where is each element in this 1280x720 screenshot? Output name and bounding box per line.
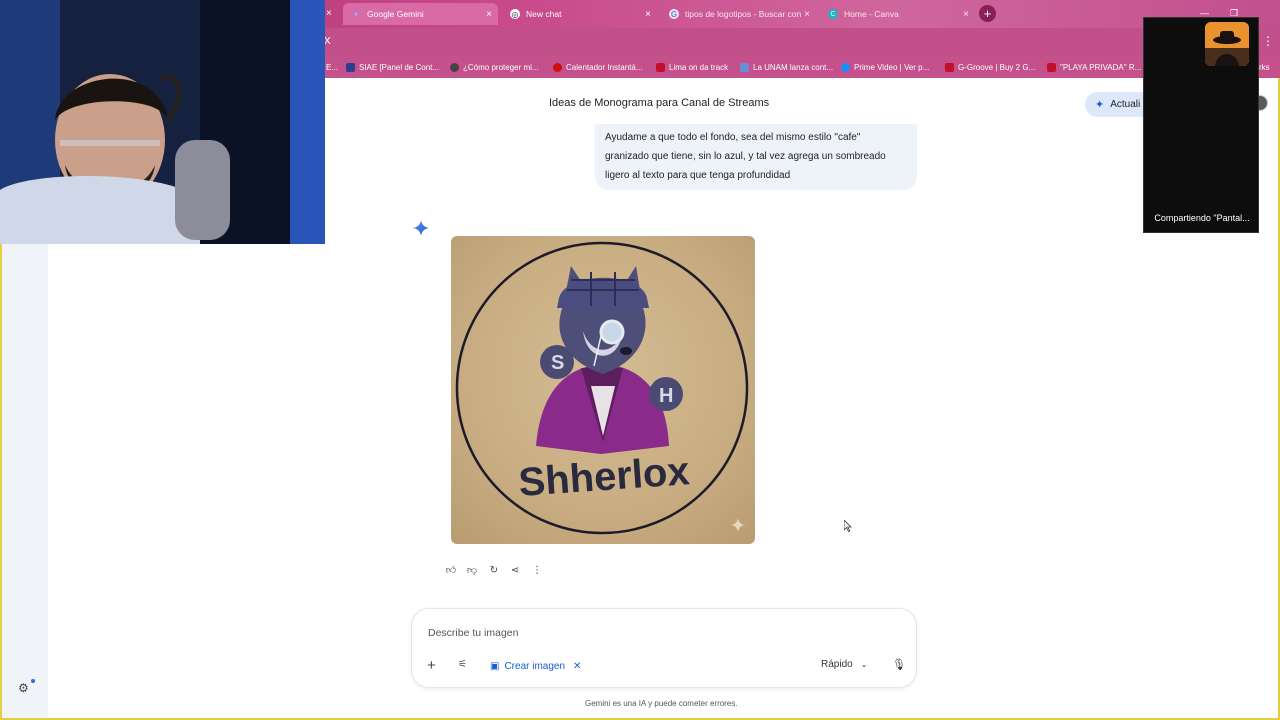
upgrade-label: Actuali bbox=[1110, 99, 1141, 110]
close-icon[interactable]: × bbox=[804, 9, 810, 20]
screen-share-panel: Compartiendo "Pantal... bbox=[1143, 17, 1259, 233]
bookmark-label: Calentador Instantá... bbox=[566, 62, 643, 72]
tab-label: Google Gemini bbox=[367, 9, 424, 19]
store-icon bbox=[1047, 62, 1056, 72]
store-icon bbox=[945, 62, 954, 72]
letter-h: H bbox=[659, 385, 673, 407]
chevron-down-icon: ⌄ bbox=[860, 660, 868, 669]
tab-label: Home - Canva bbox=[844, 9, 899, 19]
news-icon bbox=[740, 62, 749, 72]
letter-s: S bbox=[551, 352, 564, 374]
image-icon: ▣ bbox=[490, 660, 500, 672]
siae-icon bbox=[346, 62, 355, 72]
more-icon[interactable]: ⋮ bbox=[530, 564, 544, 578]
stop-loading-icon[interactable]: X bbox=[324, 36, 331, 47]
new-tab-button[interactable]: + bbox=[979, 5, 996, 22]
generated-image[interactable]: S H Shherlox bbox=[451, 236, 755, 544]
bookmark-item[interactable]: rks bbox=[1259, 60, 1270, 74]
google-tab-icon: G bbox=[669, 9, 679, 19]
bookmark-item[interactable]: ¿Cómo proteger mi... bbox=[450, 60, 539, 74]
conversation-title[interactable]: Ideas de Monograma para Canal de Streams bbox=[549, 97, 769, 109]
avatar bbox=[1205, 22, 1249, 66]
bookmark-label: G-Groove | Buy 2 G... bbox=[958, 62, 1036, 72]
canva-tab-icon: C bbox=[828, 9, 838, 19]
store-icon bbox=[553, 62, 562, 72]
plus-icon[interactable]: + bbox=[427, 657, 436, 674]
gemini-star-icon bbox=[413, 220, 429, 236]
bookmark-label: Lima on da track bbox=[669, 62, 729, 72]
mode-label: Rápido bbox=[821, 659, 853, 670]
thumbs-down-icon[interactable]: 👎︎ bbox=[465, 564, 479, 578]
bookmark-label: Prime Video | Ver p... bbox=[854, 62, 930, 72]
bookmark-label: rks bbox=[1259, 62, 1270, 72]
close-icon[interactable]: × bbox=[486, 9, 492, 20]
create-image-chip[interactable]: ▣ Crear imagen ✕ bbox=[490, 658, 581, 674]
music-icon bbox=[656, 62, 665, 72]
screen: × ✦ Google Gemini × ◎ New chat × G tipos… bbox=[0, 0, 1280, 720]
bookmark-label: E... bbox=[326, 62, 339, 72]
regenerate-icon[interactable]: ↻ bbox=[487, 564, 501, 578]
tab-google-search[interactable]: G tipos de logotipos - Buscar con × bbox=[661, 3, 816, 25]
bookmark-item[interactable]: E... bbox=[326, 60, 338, 74]
mode-selector[interactable]: Rápido ⌄ bbox=[821, 659, 867, 670]
tab-canva[interactable]: C Home - Canva × bbox=[820, 3, 975, 25]
prompt-input[interactable] bbox=[428, 625, 808, 641]
close-icon[interactable]: × bbox=[645, 9, 651, 20]
sidebar bbox=[2, 244, 48, 718]
bookmark-item[interactable]: G-Groove | Buy 2 G... bbox=[945, 60, 1035, 74]
webcam-overlay bbox=[0, 0, 325, 244]
bookmark-label: La UNAM lanza cont... bbox=[753, 62, 834, 72]
thumbs-up-icon[interactable]: 👍︎ bbox=[444, 564, 458, 578]
tab-new-chat[interactable]: ◎ New chat × bbox=[502, 3, 657, 25]
chat-tab-icon: ◎ bbox=[510, 9, 520, 19]
share-icon[interactable]: ⋖ bbox=[508, 564, 522, 578]
bookmark-item[interactable]: "PLAYA PRIVADA" R... bbox=[1047, 60, 1141, 74]
bookmark-item[interactable]: La UNAM lanza cont... bbox=[740, 60, 833, 74]
shield-icon bbox=[450, 62, 459, 72]
share-status-label: Compartiendo "Pantal... bbox=[1154, 213, 1250, 223]
bookmark-item[interactable]: Lima on da track bbox=[656, 60, 728, 74]
prompt-box: + ⚟ ▣ Crear imagen ✕ Rápido ⌄ 🎙︎ bbox=[411, 608, 917, 688]
create-image-label: Crear imagen bbox=[504, 660, 566, 672]
bookmark-label: ¿Cómo proteger mi... bbox=[463, 62, 539, 72]
user-message: Ayudame a que todo el fondo, sea del mis… bbox=[595, 124, 917, 190]
disclaimer: Gemini es una IA y puede cometer errores… bbox=[585, 699, 738, 708]
bookmark-item[interactable]: Prime Video | Ver p... bbox=[841, 60, 929, 74]
tab-label: New chat bbox=[526, 9, 562, 19]
prime-video-icon bbox=[841, 62, 850, 72]
sparkle-icon: ✦ bbox=[1095, 99, 1105, 111]
mic-icon[interactable]: 🎙︎ bbox=[892, 658, 906, 671]
tools-icon[interactable]: ⚟ bbox=[458, 659, 467, 670]
mouse-cursor bbox=[843, 519, 852, 533]
bookmark-item[interactable]: Calentador Instantá... bbox=[553, 60, 643, 74]
browser-menu-icon[interactable]: ⋮ bbox=[1262, 34, 1274, 48]
tab-close-icon[interactable]: × bbox=[326, 8, 332, 19]
bookmark-label: "PLAYA PRIVADA" R... bbox=[1060, 62, 1142, 72]
bookmark-item[interactable]: SIAE [Panel de Cont... bbox=[346, 60, 439, 74]
close-icon[interactable]: × bbox=[963, 9, 969, 20]
settings-icon[interactable]: ⚙ bbox=[18, 681, 32, 695]
tab-google-gemini[interactable]: ✦ Google Gemini × bbox=[343, 3, 498, 25]
close-icon[interactable]: ✕ bbox=[573, 661, 581, 672]
bookmark-label: SIAE [Panel de Cont... bbox=[359, 62, 440, 72]
notification-dot bbox=[31, 679, 35, 683]
brand-wordmark: Shherlox bbox=[517, 449, 691, 505]
gemini-tab-icon: ✦ bbox=[352, 9, 360, 19]
tab-label: tipos de logotipos - Buscar con bbox=[685, 9, 802, 19]
